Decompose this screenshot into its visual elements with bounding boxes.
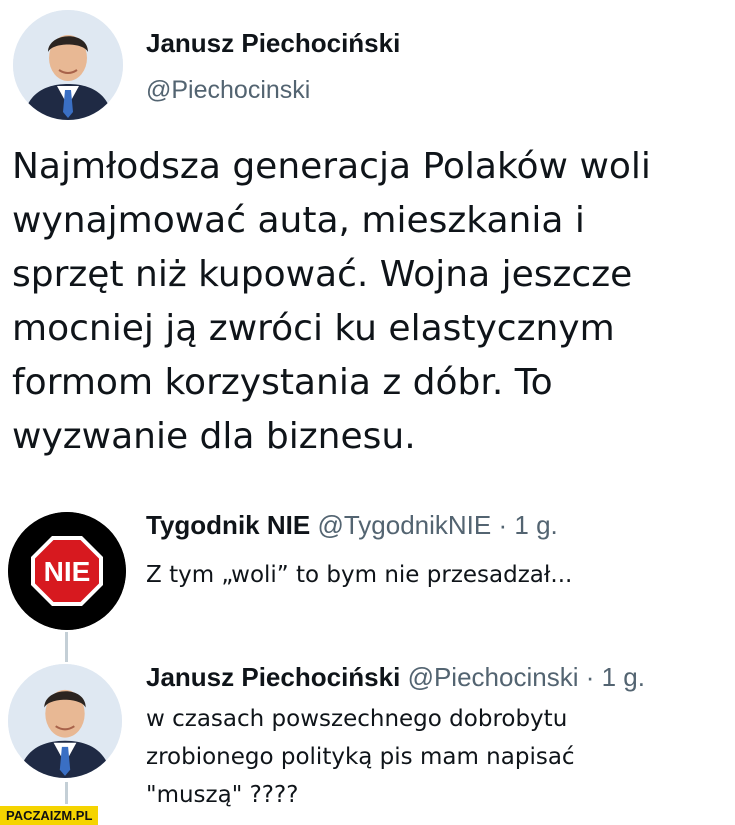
reply-text-line: Z tym „woli” to bym nie przesadzał... bbox=[146, 562, 573, 588]
reply-author-name[interactable]: Janusz Piechociński bbox=[146, 662, 400, 692]
main-tweet-line: wyzwanie dla biznesu. bbox=[12, 416, 416, 457]
reply-timestamp[interactable]: 1 g. bbox=[514, 510, 557, 540]
stop-sign-icon: NIE bbox=[8, 512, 126, 630]
main-tweet-line: Najmłodsza generacja Polaków woli bbox=[12, 146, 651, 187]
person-portrait-icon bbox=[13, 10, 123, 120]
thread-connector-line bbox=[65, 632, 68, 662]
reply-header: Janusz Piechociński @Piechocinski · 1 g. bbox=[146, 662, 645, 693]
main-tweet-line: sprzęt niż kupować. Wojna jeszcze bbox=[12, 254, 633, 295]
reply-text-line: w czasach powszechnego dobrobytu bbox=[146, 706, 568, 732]
main-tweet-line: mocniej ją zwróci ku elastycznym bbox=[12, 308, 615, 349]
person-portrait-icon bbox=[8, 664, 122, 778]
reply-separator: · bbox=[585, 662, 595, 692]
main-tweet-line: formom korzystania z dóbr. To bbox=[12, 362, 553, 403]
main-tweet-line: wynajmować auta, mieszkania i bbox=[12, 200, 585, 241]
main-author-name[interactable]: Janusz Piechociński bbox=[146, 28, 400, 59]
reply-text: Z tym „woli” to bym nie przesadzał... bbox=[146, 556, 572, 594]
reply-avatar-tygodnik-nie[interactable]: NIE bbox=[8, 512, 126, 630]
reply-author-name[interactable]: Tygodnik NIE bbox=[146, 510, 310, 540]
reply-separator: · bbox=[498, 510, 508, 540]
reply-avatar-piechocinski[interactable] bbox=[8, 664, 122, 778]
reply-author-handle[interactable]: @Piechocinski bbox=[408, 662, 579, 692]
main-author-handle[interactable]: @Piechocinski bbox=[146, 76, 310, 105]
reply-timestamp[interactable]: 1 g. bbox=[602, 662, 645, 692]
reply-header: Tygodnik NIE @TygodnikNIE · 1 g. bbox=[146, 510, 558, 541]
reply-text-line: "muszą" ???? bbox=[146, 782, 299, 808]
thread-connector-line bbox=[65, 782, 68, 804]
nie-logo-text: NIE bbox=[44, 556, 91, 587]
reply-text-line: zrobionego polityką pis mam napisać bbox=[146, 744, 575, 770]
reply-text: w czasach powszechnego dobrobytu zrobion… bbox=[146, 700, 575, 814]
reply-author-handle[interactable]: @TygodnikNIE bbox=[317, 510, 491, 540]
watermark-label: PACZAIZM.PL bbox=[0, 806, 99, 825]
main-tweet-text: Najmłodsza generacja Polaków woli wynajm… bbox=[12, 140, 651, 464]
main-author-avatar[interactable] bbox=[13, 10, 123, 120]
